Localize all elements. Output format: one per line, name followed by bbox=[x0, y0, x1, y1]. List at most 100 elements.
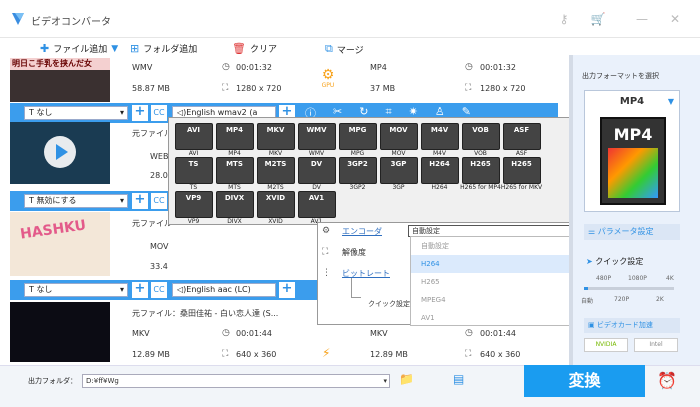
minimize-button[interactable]: — bbox=[634, 11, 650, 27]
parameter-settings-button[interactable]: ⚌ パラメータ設定 bbox=[584, 224, 680, 240]
format-option-mpg[interactable]: MPG MPG bbox=[337, 123, 378, 157]
row-title: 元ファイル：桑田佳祐 - 白い恋人達 (S... bbox=[132, 309, 279, 318]
output-folder-input[interactable]: D:¥ff¥Wg ▾ bbox=[82, 374, 390, 388]
format-option-3gp2[interactable]: 3GP2 3GP2 bbox=[337, 157, 378, 191]
alarm-clock-icon[interactable]: ⏰ bbox=[657, 371, 677, 390]
add-subtitle-button[interactable]: + bbox=[132, 282, 148, 298]
slider-label: 480P bbox=[596, 275, 612, 282]
format-option-vp9[interactable]: VP9 VP9 bbox=[173, 191, 214, 225]
dst-size: 37 MB bbox=[370, 84, 396, 93]
cart-icon[interactable]: 🛒 bbox=[590, 11, 606, 27]
format-option-wmv[interactable]: WMV WMV bbox=[296, 123, 337, 157]
src-format: MOV bbox=[150, 242, 169, 251]
format-option-asf[interactable]: ASF ASF bbox=[501, 123, 542, 157]
format-option-mkv[interactable]: MKV MKV bbox=[255, 123, 296, 157]
dropdown-arrow-icon[interactable]: ▼ bbox=[111, 44, 118, 54]
video-thumbnail[interactable] bbox=[10, 122, 110, 184]
format-option-dv[interactable]: DV DV bbox=[296, 157, 337, 191]
open-folder-icon[interactable]: ▤ bbox=[453, 372, 464, 386]
format-option-h264[interactable]: H264 H264 bbox=[419, 157, 460, 191]
cc-icon[interactable]: CC bbox=[151, 193, 167, 209]
app-logo-icon bbox=[12, 13, 24, 25]
dropdown-item[interactable]: AV1 bbox=[411, 309, 579, 327]
dst-size: 12.89 MB bbox=[370, 350, 408, 359]
encoder-label[interactable]: エンコーダ bbox=[342, 226, 382, 237]
intel-badge[interactable]: Intel bbox=[634, 338, 678, 352]
clock-icon: ◷ bbox=[222, 328, 230, 338]
tree-line bbox=[351, 278, 361, 298]
add-subtitle-button[interactable]: + bbox=[132, 193, 148, 209]
format-icon: VP9 bbox=[174, 191, 213, 218]
format-icon: AV1 bbox=[297, 191, 336, 218]
format-option-ts[interactable]: TS TS bbox=[173, 157, 214, 191]
format-icon: 3GP2 bbox=[338, 157, 377, 184]
video-thumbnail[interactable]: HASHKU bbox=[10, 212, 110, 276]
clear-button[interactable]: 🗑 クリア bbox=[232, 42, 277, 55]
add-folder-button[interactable]: ⊞ フォルダ追加 bbox=[130, 42, 197, 55]
format-option-mov[interactable]: MOV MOV bbox=[378, 123, 419, 157]
sidebar-splitter[interactable] bbox=[569, 55, 573, 365]
subtitle-select[interactable]: T なし ▾ bbox=[24, 106, 128, 120]
add-audio-button[interactable]: + bbox=[279, 282, 295, 298]
audio-select[interactable]: ◁)English aac (LC) bbox=[172, 283, 276, 297]
format-option-mp4[interactable]: MP4 MP4 bbox=[214, 123, 255, 157]
encoder-dropdown: 自動設定 H264 H265 MPEG4 AV1 bbox=[410, 236, 580, 326]
encoder-icon: ⚙ bbox=[322, 226, 331, 236]
format-label: M4V bbox=[432, 150, 447, 157]
add-subtitle-button[interactable]: + bbox=[132, 105, 148, 121]
clock-icon: ◷ bbox=[222, 62, 230, 72]
convert-button[interactable]: 変換 bbox=[524, 365, 645, 397]
format-icon: 3GP bbox=[379, 157, 418, 184]
quality-slider-fill bbox=[584, 287, 588, 290]
bitrate-icon: ⋮ bbox=[322, 268, 331, 278]
format-label: H265 for MKV bbox=[500, 184, 543, 191]
chevron-down-icon: ▾ bbox=[383, 377, 387, 385]
chip-icon: ▣ bbox=[588, 321, 597, 329]
format-option-3gp[interactable]: 3GP 3GP bbox=[378, 157, 419, 191]
close-button[interactable]: ✕ bbox=[667, 11, 683, 27]
format-option-xvid[interactable]: XVID XVID bbox=[255, 191, 296, 225]
cc-icon[interactable]: CC bbox=[151, 105, 167, 121]
add-file-button[interactable]: ✚ ファイル追加 ▼ bbox=[40, 42, 118, 55]
dropdown-item-selected[interactable]: H264 bbox=[411, 255, 579, 273]
format-option-h265-for-mkv[interactable]: H265 H265 for MKV bbox=[501, 157, 542, 191]
video-card-accel-label: ▣ ビデオカード加速 bbox=[584, 318, 680, 333]
cc-icon[interactable]: CC bbox=[151, 282, 167, 298]
nvidia-badge[interactable]: NVIDIA bbox=[584, 338, 628, 352]
subtitle-select[interactable]: T なし ▾ bbox=[24, 283, 128, 297]
video-thumbnail[interactable]: 明日こ手乳を挟んだ女 bbox=[10, 58, 110, 102]
format-label: WMV bbox=[308, 150, 325, 157]
dropdown-item[interactable]: 自動設定 bbox=[411, 237, 579, 255]
format-icon: TS bbox=[174, 157, 213, 184]
key-icon[interactable]: ⚷ bbox=[556, 11, 572, 27]
folder-browse-icon[interactable]: 📁 bbox=[399, 372, 414, 386]
app-title: ビデオコンバータ bbox=[31, 17, 111, 28]
format-option-m2ts[interactable]: M2TS M2TS bbox=[255, 157, 296, 191]
play-icon[interactable] bbox=[44, 136, 76, 168]
resolution-icon: ⛶ bbox=[465, 349, 472, 359]
format-option-mts[interactable]: MTS MTS bbox=[214, 157, 255, 191]
resolution-icon: ⛶ bbox=[465, 83, 472, 93]
quality-slider[interactable] bbox=[584, 287, 674, 290]
format-card[interactable]: MP4 ▼ MP4 bbox=[584, 90, 680, 212]
dropdown-item[interactable]: MPEG4 bbox=[411, 291, 579, 309]
video-preview-icon bbox=[608, 148, 658, 198]
format-label: M2TS bbox=[267, 184, 284, 191]
format-option-vob[interactable]: VOB VOB bbox=[460, 123, 501, 157]
resolution-icon: ⛶ bbox=[222, 349, 229, 359]
lightning-icon: ⚡ bbox=[322, 346, 331, 360]
src-size: 58.87 MB bbox=[132, 84, 170, 93]
format-option-av1[interactable]: AV1AV1 bbox=[296, 191, 337, 225]
format-option-m4v[interactable]: M4V M4V bbox=[419, 123, 460, 157]
format-option-divx[interactable]: DIVX DIVX bbox=[214, 191, 255, 225]
src-size: 28.0 bbox=[150, 171, 168, 180]
format-option-h265-for-mp4[interactable]: H265 H265 for MP4 bbox=[460, 157, 501, 191]
subtitle-select[interactable]: T 無効にする ▾ bbox=[24, 194, 128, 208]
video-thumbnail[interactable] bbox=[10, 302, 110, 362]
dst-format: MP4 bbox=[370, 63, 387, 72]
slider-label: 720P bbox=[614, 296, 630, 303]
merge-button[interactable]: ⧉ マージ bbox=[325, 42, 364, 56]
bitrate-label[interactable]: ビットレート bbox=[342, 268, 390, 279]
dropdown-item[interactable]: H265 bbox=[411, 273, 579, 291]
format-option-avi[interactable]: AVI AVI bbox=[173, 123, 214, 157]
